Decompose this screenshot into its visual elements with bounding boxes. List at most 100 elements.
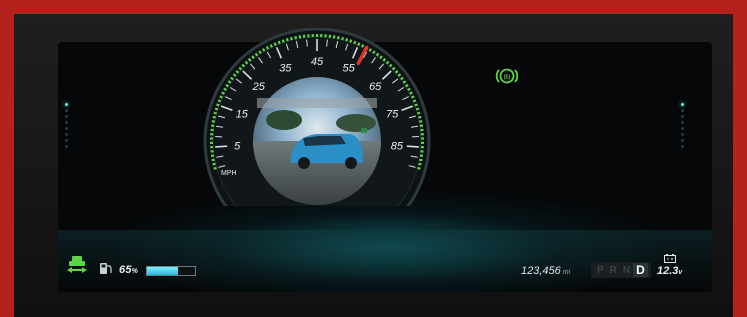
speed-arc-segment bbox=[225, 83, 230, 88]
speed-arc-segment bbox=[258, 50, 262, 55]
speed-arc-segment bbox=[235, 69, 240, 74]
speed-arc-segment bbox=[216, 103, 220, 107]
speed-arc-segment bbox=[213, 166, 217, 170]
fuel-pump-icon bbox=[100, 263, 112, 274]
speed-arc-segment bbox=[336, 35, 340, 40]
speed-arc-segment bbox=[213, 111, 217, 115]
speed-arc-segment bbox=[368, 48, 372, 52]
speed-arc-segment bbox=[361, 44, 365, 48]
odometer: 123,456 mi bbox=[521, 265, 570, 277]
speed-tick-label-55: 55 bbox=[343, 63, 356, 75]
speed-arc-segment bbox=[341, 36, 344, 41]
speed-tick bbox=[406, 145, 419, 148]
speed-arc-segment bbox=[345, 38, 349, 42]
speed-arc-segment bbox=[273, 42, 277, 46]
speed-arc-segment bbox=[223, 87, 227, 92]
speed-arc-segment bbox=[265, 46, 270, 50]
speed-arc-segment bbox=[212, 162, 216, 166]
speed-arc-segment bbox=[397, 73, 402, 77]
camera-view bbox=[253, 77, 381, 205]
battery-icon bbox=[664, 254, 676, 263]
speed-arc-segment bbox=[214, 107, 219, 111]
speed-tick bbox=[326, 39, 328, 47]
speedometer-gauge: 5 15 25 35 45 55 65 75 85 MPH bbox=[203, 28, 431, 206]
speed-tick-label-15: 15 bbox=[236, 109, 249, 121]
speed-arc-segment bbox=[251, 55, 255, 59]
speed-arc-segment bbox=[385, 60, 390, 65]
speed-arc-segment bbox=[417, 166, 421, 170]
speed-arc-segment bbox=[412, 99, 417, 103]
speed-arc-segment bbox=[409, 91, 413, 95]
speed-arc-segment bbox=[402, 80, 407, 84]
speed-arc-segment bbox=[391, 66, 396, 71]
speed-arc-segment bbox=[411, 95, 415, 99]
speed-unit-label: MPH bbox=[221, 170, 237, 177]
fuel-level-fill bbox=[147, 267, 179, 275]
speed-arc-segment bbox=[349, 39, 353, 43]
speed-arc-segment bbox=[404, 83, 409, 88]
speed-arc-segment bbox=[277, 40, 281, 45]
odometer-unit: mi bbox=[562, 269, 571, 276]
speed-arc-segment bbox=[357, 42, 361, 46]
gear-r: R bbox=[609, 264, 617, 276]
speed-arc-segment bbox=[414, 103, 418, 107]
speed-tick-label-75: 75 bbox=[386, 109, 399, 121]
speed-tick-label-45: 45 bbox=[311, 56, 324, 68]
speed-arc-segment bbox=[241, 63, 246, 68]
speed-arc-segment bbox=[379, 55, 383, 59]
speed-arc-segment bbox=[219, 95, 223, 99]
speed-arc-segment bbox=[269, 44, 273, 48]
speed-arc-segment bbox=[415, 107, 420, 111]
speed-arc-segment bbox=[407, 87, 411, 92]
right-side-dots bbox=[679, 100, 685, 148]
speed-arc-segment bbox=[394, 69, 399, 74]
speed-arc-segment bbox=[417, 111, 421, 115]
speed-arc-segment bbox=[211, 158, 215, 162]
speed-arc-segment bbox=[382, 57, 387, 62]
speed-arc-segment bbox=[230, 76, 234, 81]
speed-arc-segment bbox=[262, 48, 266, 52]
speed-arc-segment bbox=[232, 73, 237, 77]
speed-arc-segment bbox=[418, 162, 422, 166]
speed-tick-label-85: 85 bbox=[391, 141, 404, 153]
speed-arc-segment bbox=[244, 60, 249, 65]
speed-tick-label-25: 25 bbox=[252, 81, 266, 93]
speed-arc-segment bbox=[211, 120, 216, 123]
speed-arc-segment bbox=[419, 158, 423, 162]
speed-arc-segment bbox=[227, 80, 232, 84]
speed-arc-segment bbox=[281, 39, 285, 43]
speed-arc-segment bbox=[294, 35, 298, 40]
speed-arc-segment bbox=[375, 52, 380, 57]
gear-selector: P R N D bbox=[591, 262, 651, 278]
fuel-percent-text: 65% bbox=[119, 264, 139, 276]
gear-d-selected: D bbox=[633, 263, 648, 277]
ev-mode-icon bbox=[67, 256, 87, 273]
speed-arc-segment bbox=[418, 115, 422, 119]
speed-arc-segment bbox=[285, 38, 289, 42]
odometer-value: 123,456 bbox=[521, 265, 561, 277]
gear-p: P bbox=[597, 264, 604, 276]
speed-tick bbox=[306, 39, 308, 47]
speed-arc-segment bbox=[221, 91, 225, 95]
fuel-level-bar bbox=[146, 266, 196, 276]
speed-arc-segment bbox=[290, 36, 293, 41]
speed-arc-segment bbox=[247, 57, 252, 62]
gear-n: N bbox=[622, 264, 631, 276]
parking-brake-icon: (E) bbox=[495, 68, 519, 84]
speed-arc-segment bbox=[400, 76, 404, 81]
speed-tick bbox=[215, 145, 228, 148]
speed-tick-label-65: 65 bbox=[369, 81, 382, 93]
speed-arc-segment bbox=[388, 63, 393, 68]
speed-tick-label-5: 5 bbox=[234, 141, 241, 153]
speed-arc-segment bbox=[238, 66, 243, 71]
speed-arc-segment bbox=[418, 120, 423, 123]
speed-arc-segment bbox=[217, 99, 222, 103]
speed-arc-segment bbox=[353, 40, 357, 45]
screen-floor-gradient bbox=[58, 230, 712, 292]
speed-tick-label-35: 35 bbox=[279, 63, 292, 75]
svg-text:(E): (E) bbox=[504, 75, 511, 81]
speed-arc-segment bbox=[372, 50, 376, 55]
battery-voltage: 12.3v bbox=[657, 265, 683, 277]
speed-arc-segment bbox=[212, 115, 216, 119]
speed-arc-segment bbox=[254, 52, 259, 57]
